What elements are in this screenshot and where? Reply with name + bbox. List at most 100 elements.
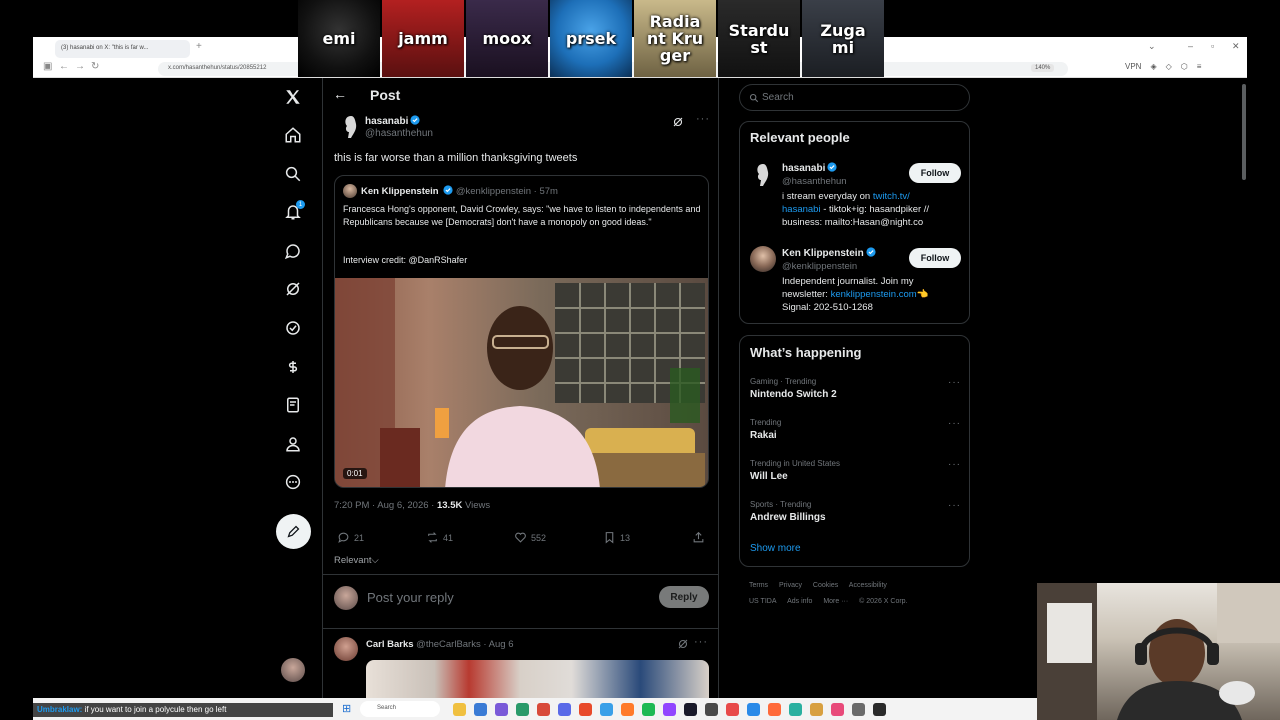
post-timestamp[interactable]: 7:20 PM · Aug 6, 2026 · (334, 500, 437, 511)
footer-link-us-tida[interactable]: US TIDA (749, 598, 777, 605)
store-icon[interactable] (474, 703, 487, 716)
show-more-link[interactable]: Show more (750, 543, 801, 554)
trend-item[interactable]: Gaming · Trending Nintendo Switch 2 ··· (750, 377, 961, 407)
person-name[interactable]: Ken Klippenstein (782, 247, 876, 259)
page-scrollbar[interactable] (1242, 84, 1246, 180)
grok-icon[interactable] (278, 274, 308, 304)
person-name[interactable]: hasanabi (782, 162, 837, 174)
more-options-icon[interactable]: ··· (696, 113, 710, 125)
trend-item[interactable]: Trending in United States Will Lee ··· (750, 459, 961, 489)
vpn-badge[interactable]: VPN (1125, 62, 1141, 71)
app-icon[interactable] (537, 703, 550, 716)
maximize-icon[interactable]: ▫ (1211, 41, 1214, 51)
zoom-level[interactable]: 140% (1031, 64, 1055, 72)
spotify-icon[interactable] (642, 703, 655, 716)
grok-icon[interactable] (672, 116, 684, 128)
firefox-icon[interactable] (768, 703, 781, 716)
more-options-icon[interactable]: ··· (948, 377, 961, 388)
trend-item[interactable]: Trending Rakai ··· (750, 418, 961, 448)
footer-link-terms[interactable]: Terms (749, 582, 768, 589)
youtube-icon[interactable] (579, 703, 592, 716)
app-icon[interactable] (516, 703, 529, 716)
footer-link-privacy[interactable]: Privacy (779, 582, 802, 589)
wallet-icon[interactable]: ◇ (1166, 62, 1172, 71)
grok-icon[interactable] (677, 638, 689, 650)
compose-post-button[interactable] (276, 514, 311, 549)
app-icon[interactable] (495, 703, 508, 716)
person-avatar[interactable] (750, 161, 776, 187)
verified-orgs-icon[interactable] (278, 313, 308, 343)
profile-icon[interactable] (278, 429, 308, 459)
app-icon[interactable] (726, 703, 739, 716)
messages-icon[interactable] (278, 236, 308, 266)
video-player[interactable]: 0:01 (335, 278, 708, 487)
home-icon[interactable] (278, 120, 308, 150)
account-avatar[interactable] (281, 658, 305, 682)
browser-tab[interactable]: (3) hasanabi on X: "this is far w... (55, 40, 190, 58)
forward-arrow-icon[interactable]: → (75, 61, 85, 72)
back-arrow-icon[interactable]: ← (333, 86, 347, 102)
sidebar-icon[interactable]: ▣ (43, 61, 52, 72)
more-options-icon[interactable]: ··· (948, 418, 961, 429)
comment-author-handle[interactable]: @theCarlBarks (416, 639, 481, 650)
footer-link-ads-info[interactable]: Ads info (787, 598, 812, 605)
windows-start-icon[interactable]: ⊞ (342, 702, 351, 715)
articles-icon[interactable] (278, 390, 308, 420)
more-options-icon[interactable]: ··· (948, 500, 961, 511)
comment-avatar[interactable] (334, 637, 358, 661)
steam-icon[interactable] (684, 703, 697, 716)
taskbar-search[interactable]: Search (360, 701, 440, 717)
bio-link[interactable]: kenklippenstein.com (831, 289, 917, 300)
reply-action[interactable]: 21 (337, 531, 364, 544)
reload-icon[interactable]: ↻ (91, 61, 99, 72)
file-explorer-icon[interactable] (453, 703, 466, 716)
bookmark-action[interactable]: 13 (603, 531, 630, 544)
person-handle[interactable]: @hasanthehun (782, 176, 847, 187)
app-icon[interactable] (600, 703, 613, 716)
obs-icon[interactable] (705, 703, 718, 716)
repost-action[interactable]: 41 (426, 531, 453, 544)
person-avatar[interactable] (750, 246, 776, 272)
trend-item[interactable]: Sports · Trending Andrew Billings ··· (750, 500, 961, 530)
more-options-icon[interactable] (278, 467, 308, 497)
shield-icon[interactable]: ⬡ (1181, 62, 1188, 71)
reply-button[interactable]: Reply (659, 586, 709, 608)
discord-icon[interactable] (558, 703, 571, 716)
comment-image[interactable] (366, 660, 709, 698)
like-action[interactable]: 552 (514, 531, 546, 544)
reply-input[interactable]: Post your reply (367, 590, 454, 605)
extension-icon[interactable]: ◈ (1150, 62, 1156, 71)
browser-icon[interactable] (621, 703, 634, 716)
share-action[interactable] (692, 531, 705, 544)
footer-link-cookies[interactable]: Cookies (813, 582, 838, 589)
comment-author-name[interactable]: Carl Barks (366, 639, 414, 650)
author-avatar[interactable] (341, 114, 361, 140)
back-arrow-icon[interactable]: ← (59, 61, 69, 72)
notifications-bell-icon[interactable]: 1 (278, 197, 308, 227)
app-icon[interactable] (810, 703, 823, 716)
follow-button[interactable]: Follow (909, 248, 961, 268)
close-icon[interactable]: ✕ (1232, 41, 1240, 52)
person-handle[interactable]: @kenklippenstein (782, 261, 857, 272)
twitch-icon[interactable] (663, 703, 676, 716)
tab-list-icon[interactable]: ⌄ (1148, 41, 1156, 52)
app-icon[interactable] (789, 703, 802, 716)
app-icon[interactable] (831, 703, 844, 716)
follow-button[interactable]: Follow (909, 163, 961, 183)
footer-link-accessibility[interactable]: Accessibility (849, 582, 887, 589)
more-options-icon[interactable]: ··· (694, 636, 708, 648)
settings-icon[interactable] (852, 703, 865, 716)
reply-sort-dropdown[interactable]: Relevant⌵ (334, 555, 379, 566)
terminal-icon[interactable] (873, 703, 886, 716)
author-handle[interactable]: @hasanthehun (365, 128, 433, 139)
search-icon[interactable] (278, 159, 308, 189)
menu-icon[interactable]: ≡ (1197, 62, 1202, 71)
more-options-icon[interactable]: ··· (948, 459, 961, 470)
search-input[interactable]: Search (739, 84, 970, 111)
monetization-icon[interactable] (278, 352, 308, 382)
quoted-post[interactable]: Ken Klippenstein @kenklippenstein · 57m … (334, 175, 709, 488)
x-logo-icon[interactable] (278, 82, 308, 112)
app-icon[interactable] (747, 703, 760, 716)
minimize-icon[interactable]: – (1188, 41, 1193, 51)
author-name[interactable]: hasanabi (365, 115, 420, 127)
